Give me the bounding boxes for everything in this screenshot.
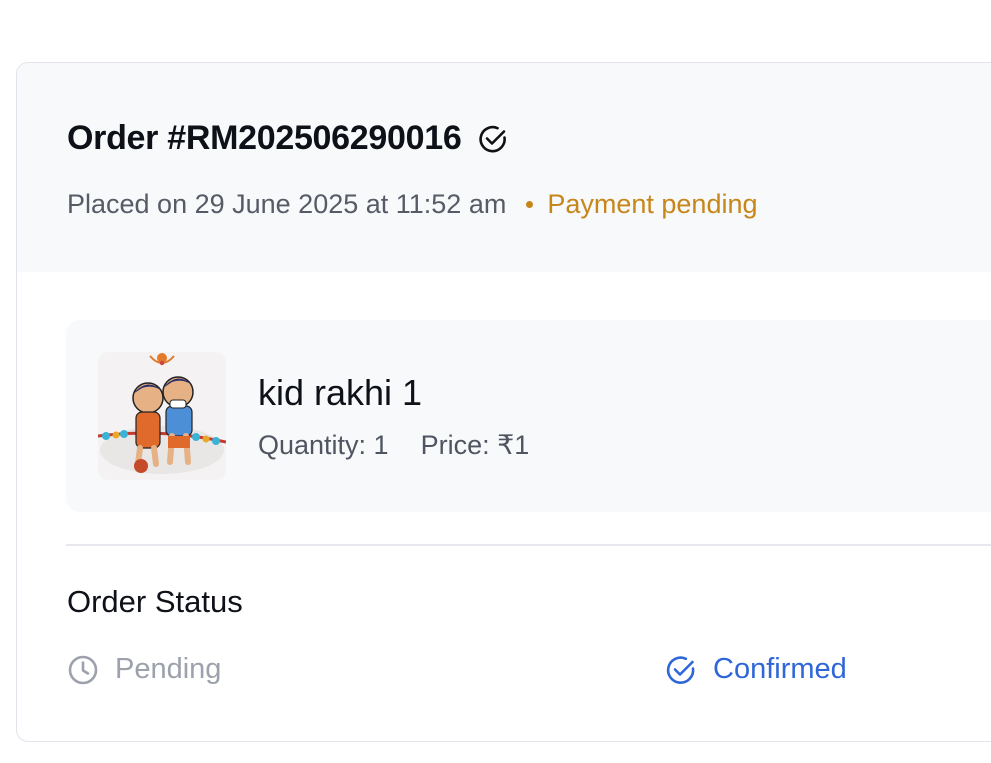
product-meta: Quantity: 1 Price: ₹1: [258, 430, 529, 461]
payment-status-label: Payment pending: [547, 189, 758, 219]
order-title: Order #RM202506290016: [67, 119, 462, 157]
check-circle-icon: [665, 654, 697, 686]
product-name[interactable]: kid rakhi 1: [258, 372, 422, 414]
status-step-label: Pending: [115, 653, 222, 685]
payment-status-badge: Payment pending: [526, 189, 758, 220]
placed-date: Placed on 29 June 2025 at 11:52 am: [67, 189, 507, 219]
order-meta: Placed on 29 June 2025 at 11:52 am Payme…: [67, 189, 758, 220]
order-card: Order #RM202506290016 Placed on 29 June …: [16, 62, 991, 742]
order-item[interactable]: kid rakhi 1 Quantity: 1 Price: ₹1: [66, 320, 991, 512]
order-status-heading: Order Status: [67, 584, 243, 619]
status-step-pending: Pending: [67, 653, 221, 686]
product-quantity: Quantity: 1: [258, 430, 389, 460]
product-image[interactable]: [98, 352, 226, 480]
clock-icon: [67, 654, 99, 686]
order-header: Order #RM202506290016 Placed on 29 June …: [17, 63, 991, 272]
status-step-label: Confirmed: [713, 653, 847, 685]
product-price: Price: ₹1: [420, 430, 530, 460]
order-title-row: Order #RM202506290016: [67, 119, 509, 158]
check-circle-icon: [477, 123, 509, 155]
section-divider: [66, 544, 991, 546]
status-step-confirmed: Confirmed: [665, 653, 847, 686]
status-dot: [526, 201, 534, 208]
